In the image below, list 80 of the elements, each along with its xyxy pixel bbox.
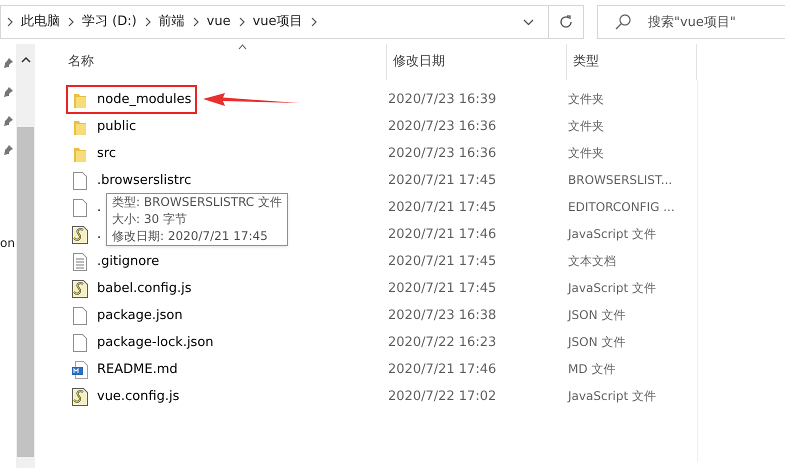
folder-icon [74, 146, 86, 162]
breadcrumb[interactable]: 此电脑 [21, 12, 60, 32]
folder-icon [74, 118, 86, 134]
file-type: JSON 文件 [568, 308, 626, 322]
file-type: 文件夹 [568, 92, 604, 106]
column-header[interactable]: 类型 [567, 44, 697, 80]
chevron-right-icon [192, 17, 199, 27]
file-type: MD 文件 [568, 362, 616, 376]
modified-date: 2020/7/21 17:45 [388, 200, 496, 215]
script-file-icon [72, 280, 88, 298]
address-bar[interactable]: 此电脑 学习 (D:) 前端 vue vue项目 [0, 5, 548, 39]
refresh-icon [558, 14, 574, 30]
file-name[interactable]: README.md [97, 360, 178, 380]
file-type: BROWSERSLIST... [568, 172, 672, 187]
file-name[interactable]: package.json [97, 306, 183, 326]
file-name[interactable]: src [97, 144, 116, 164]
pin-icon[interactable] [3, 87, 13, 97]
column-header[interactable]: 名称 [62, 44, 387, 80]
chevron-right-icon [7, 17, 13, 27]
breadcrumb[interactable]: 学习 (D:) [82, 12, 137, 32]
breadcrumb[interactable]: vue项目 [252, 12, 303, 32]
file-name[interactable]: package-lock.json [97, 332, 214, 352]
pin-icon[interactable] [3, 58, 13, 68]
search-field[interactable]: 搜索"vue项目" [597, 5, 785, 39]
search-icon [615, 14, 631, 30]
chevron-right-icon [310, 17, 317, 27]
text-file-icon [73, 252, 87, 270]
file-name[interactable]: public [97, 116, 136, 136]
chevron-right-icon [238, 17, 245, 27]
file-name[interactable]: . [97, 198, 102, 218]
nav-item-text[interactable]: on [0, 234, 15, 252]
file-type: JavaScript 文件 [568, 280, 656, 295]
file-name[interactable]: node_modules [97, 90, 192, 110]
file-name[interactable]: . [97, 224, 102, 244]
script-file-icon [72, 388, 88, 406]
file-icon [73, 334, 87, 352]
breadcrumb[interactable]: vue [206, 12, 231, 32]
sort-ascending-icon[interactable] [238, 44, 247, 50]
file-name[interactable]: vue.config.js [97, 386, 180, 406]
file-type: EDITORCONFIG ... [568, 200, 675, 214]
file-type: 文本文档 [568, 254, 616, 268]
modified-date: 2020/7/21 17:45 [388, 280, 496, 296]
tooltip-line: 类型: BROWSERSLISTRC 文件 [112, 194, 282, 211]
file-name[interactable]: babel.config.js [97, 278, 192, 298]
file-name[interactable]: .browserslistrc [97, 170, 192, 190]
file-type: JavaScript 文件 [568, 388, 656, 403]
modified-date: 2020/7/23 16:36 [388, 146, 496, 161]
dropdown-icon[interactable] [523, 18, 534, 26]
pin-icon[interactable] [3, 145, 13, 155]
tooltip-line: 大小: 30 字节 [112, 211, 188, 228]
pin-icon[interactable] [3, 116, 13, 126]
file-type: JavaScript 文件 [568, 226, 656, 241]
scrollbar[interactable] [16, 44, 35, 468]
modified-date: 2020/7/22 16:23 [388, 334, 496, 350]
breadcrumb[interactable]: 前端 [158, 12, 185, 32]
markdown-file-icon [72, 360, 88, 378]
chevron-right-icon [144, 17, 151, 27]
file-name[interactable]: .gitignore [97, 252, 160, 272]
refresh-button[interactable] [548, 5, 584, 39]
column-header[interactable]: 修改日期 [387, 44, 567, 80]
modified-date: 2020/7/21 17:46 [388, 226, 496, 242]
folder-icon [74, 92, 86, 108]
tooltip-line: 修改日期: 2020/7/21 17:45 [112, 228, 269, 245]
file-icon [73, 198, 87, 216]
file-type: 文件夹 [568, 146, 604, 160]
scrollbar-thumb[interactable] [17, 127, 34, 457]
chevron-right-icon [68, 17, 74, 27]
file-icon [73, 306, 87, 324]
file-type: JSON 文件 [568, 334, 626, 349]
file-icon [73, 172, 87, 190]
file-type: 文件夹 [568, 118, 604, 133]
modified-date: 2020/7/21 17:45 [388, 172, 496, 188]
modified-date: 2020/7/21 17:45 [388, 254, 496, 269]
modified-date: 2020/7/23 16:38 [388, 308, 496, 323]
script-file-icon [72, 226, 88, 244]
scroll-up-icon[interactable] [20, 56, 30, 63]
modified-date: 2020/7/22 17:02 [388, 388, 496, 404]
modified-date: 2020/7/23 16:36 [388, 118, 496, 134]
modified-date: 2020/7/23 16:39 [388, 92, 496, 107]
modified-date: 2020/7/21 17:46 [388, 362, 496, 377]
